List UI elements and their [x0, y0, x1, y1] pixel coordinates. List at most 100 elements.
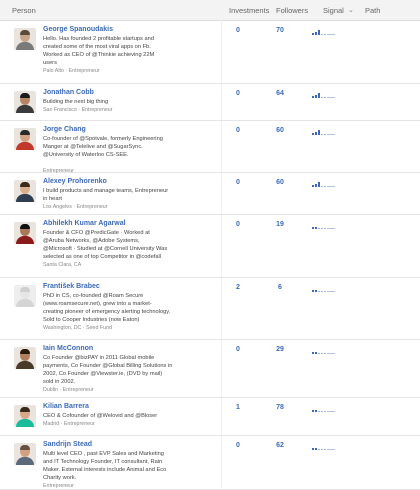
signal-bar: [324, 411, 326, 412]
followers-count[interactable]: 6: [265, 284, 295, 291]
signal-meter: [312, 283, 342, 292]
followers-count[interactable]: 19: [265, 221, 295, 228]
avatar[interactable]: [14, 28, 36, 50]
followers-count[interactable]: 60: [265, 179, 295, 186]
person-name-link[interactable]: Iain McConnon: [43, 345, 93, 352]
avatar[interactable]: [14, 180, 36, 202]
avatar[interactable]: [14, 443, 36, 465]
person-location-role: Santa Clara, CA: [43, 262, 82, 268]
person-bio: Founder & CFO @PredicGate · Worked at @Ar…: [43, 229, 219, 261]
signal-bar: [315, 184, 317, 187]
column-followers[interactable]: Followers: [276, 6, 308, 15]
bio-line: PhD in CS, co-founded @Roam Secure: [43, 293, 144, 299]
investments-count[interactable]: 1: [223, 404, 253, 411]
person-bio: Multi level CEO , past EVP Sales and Mar…: [43, 450, 219, 482]
table-row[interactable]: Sandrijn Stead Multi level CEO , past EVP…: [0, 435, 420, 490]
bio-line: Manger at @Telelive and @SugarSync.: [43, 144, 143, 150]
avatar[interactable]: [14, 347, 36, 369]
signal-bar: [315, 32, 317, 35]
avatar[interactable]: [14, 405, 36, 427]
sort-arrow-icon[interactable]: ⌄: [348, 6, 354, 14]
bio-line: in heart: [43, 196, 62, 202]
person-location-role: Palo Alto · Entrepreneur: [43, 68, 100, 74]
person-bio: I build products and manage teams, Entre…: [43, 187, 219, 203]
person-name-link[interactable]: Jorge Chang: [43, 126, 86, 133]
avatar[interactable]: [14, 128, 36, 150]
table-header: Person Investments Followers Signal ⌄ Pa…: [0, 0, 420, 21]
investments-count[interactable]: 0: [223, 442, 253, 449]
signal-meter: [312, 89, 342, 98]
followers-count[interactable]: 29: [265, 346, 295, 353]
signal-bar: [321, 228, 323, 229]
signal-baseline: [327, 449, 335, 450]
bio-line: Hello. Has founded 2 profitable startups…: [43, 36, 154, 42]
signal-bar: [315, 448, 317, 450]
followers-count[interactable]: 64: [265, 90, 295, 97]
bio-line: @Aruba Networks, @Adobe Systems,: [43, 238, 140, 244]
signal-bar: [321, 411, 323, 412]
bio-line: Maker. External interests include Animal…: [43, 467, 167, 473]
signal-baseline: [327, 97, 335, 98]
person-name-link[interactable]: Alexey Prohorenko: [43, 178, 107, 185]
column-path[interactable]: Path: [365, 6, 380, 15]
table-row[interactable]: Abhilekh Kumar Agarwal Founder & CFO @Pre…: [0, 214, 420, 278]
investments-count[interactable]: 0: [223, 27, 253, 34]
column-person[interactable]: Person: [12, 6, 36, 15]
signal-baseline: [327, 134, 335, 135]
table-row[interactable]: František Brabec PhD in CS, co-founded @R…: [0, 277, 420, 340]
bio-line: [43, 159, 219, 167]
person-location-role: Madrid · Entrepreneur: [43, 421, 95, 427]
person-name-link[interactable]: George Spanoudakis: [43, 26, 113, 33]
person-name-link[interactable]: Sandrijn Stead: [43, 441, 92, 448]
investments-count[interactable]: 0: [223, 90, 253, 97]
person-name-link[interactable]: Kilian Barrera: [43, 403, 89, 410]
bio-line: Worked as CEO of @Thinkie achieving 22M: [43, 52, 155, 58]
bio-line: and IT Technology Founder, IT consultant…: [43, 459, 163, 465]
signal-bar: [324, 449, 326, 450]
table-row[interactable]: Jorge Chang Co-founder of @Spotvale, form…: [0, 120, 420, 174]
avatar[interactable]: [14, 91, 36, 113]
signal-bar: [315, 410, 317, 412]
avatar[interactable]: [14, 222, 36, 244]
bio-line: Co-founder of @Spotvale, formerly Engine…: [43, 136, 163, 142]
person-name-link[interactable]: Abhilekh Kumar Agarwal: [43, 220, 126, 227]
table-row[interactable]: George Spanoudakis Hello. Has founded 2 p…: [0, 20, 420, 84]
investments-count[interactable]: 0: [223, 127, 253, 134]
followers-count[interactable]: 60: [265, 127, 295, 134]
bio-line: @University of Waterloo CS-SEE.: [43, 152, 129, 158]
signal-bar: [315, 227, 317, 229]
avatar[interactable]: [14, 285, 36, 307]
person-name-link[interactable]: Jonathan Cobb: [43, 89, 94, 96]
column-investments[interactable]: Investments: [229, 6, 269, 15]
followers-count[interactable]: 70: [265, 27, 295, 34]
signal-bar: [312, 410, 314, 412]
table-row[interactable]: Iain McConnon Co Founder @bizPAY in 2011 …: [0, 339, 420, 398]
bio-line: sold in 2002.: [43, 379, 76, 385]
signal-baseline: [327, 186, 335, 187]
signal-baseline: [327, 228, 335, 229]
investments-count[interactable]: 0: [223, 179, 253, 186]
investments-count[interactable]: 2: [223, 284, 253, 291]
signal-bar: [318, 130, 320, 135]
table-row[interactable]: Jonathan Cobb Building the next big thing…: [0, 83, 420, 121]
person-name-link[interactable]: František Brabec: [43, 283, 100, 290]
signal-meter: [312, 345, 342, 354]
signal-bar: [318, 353, 320, 354]
investments-count[interactable]: 0: [223, 346, 253, 353]
investments-count[interactable]: 0: [223, 221, 253, 228]
signal-bar: [321, 97, 323, 98]
person-location-role: Los Angeles · Entrepreneur: [43, 204, 108, 210]
person-bio: Co Founder @bizPAY in 2011 Global mobile…: [43, 354, 219, 386]
signal-bar: [312, 290, 314, 292]
followers-count[interactable]: 62: [265, 442, 295, 449]
signal-meter: [312, 26, 342, 35]
table-row[interactable]: Kilian Barrera CEO & Cofounder of @Welovi…: [0, 397, 420, 436]
table-row[interactable]: Alexey Prohorenko I build products and ma…: [0, 172, 420, 215]
bio-line: created some of the most viral apps on F…: [43, 44, 151, 50]
column-signal[interactable]: Signal: [323, 6, 344, 15]
bio-line: CEO & Cofounder of @Welovid and @Bloser: [43, 413, 158, 419]
signal-meter: [312, 178, 342, 187]
signal-bar: [324, 34, 326, 35]
signal-bar: [324, 353, 326, 354]
followers-count[interactable]: 78: [265, 404, 295, 411]
